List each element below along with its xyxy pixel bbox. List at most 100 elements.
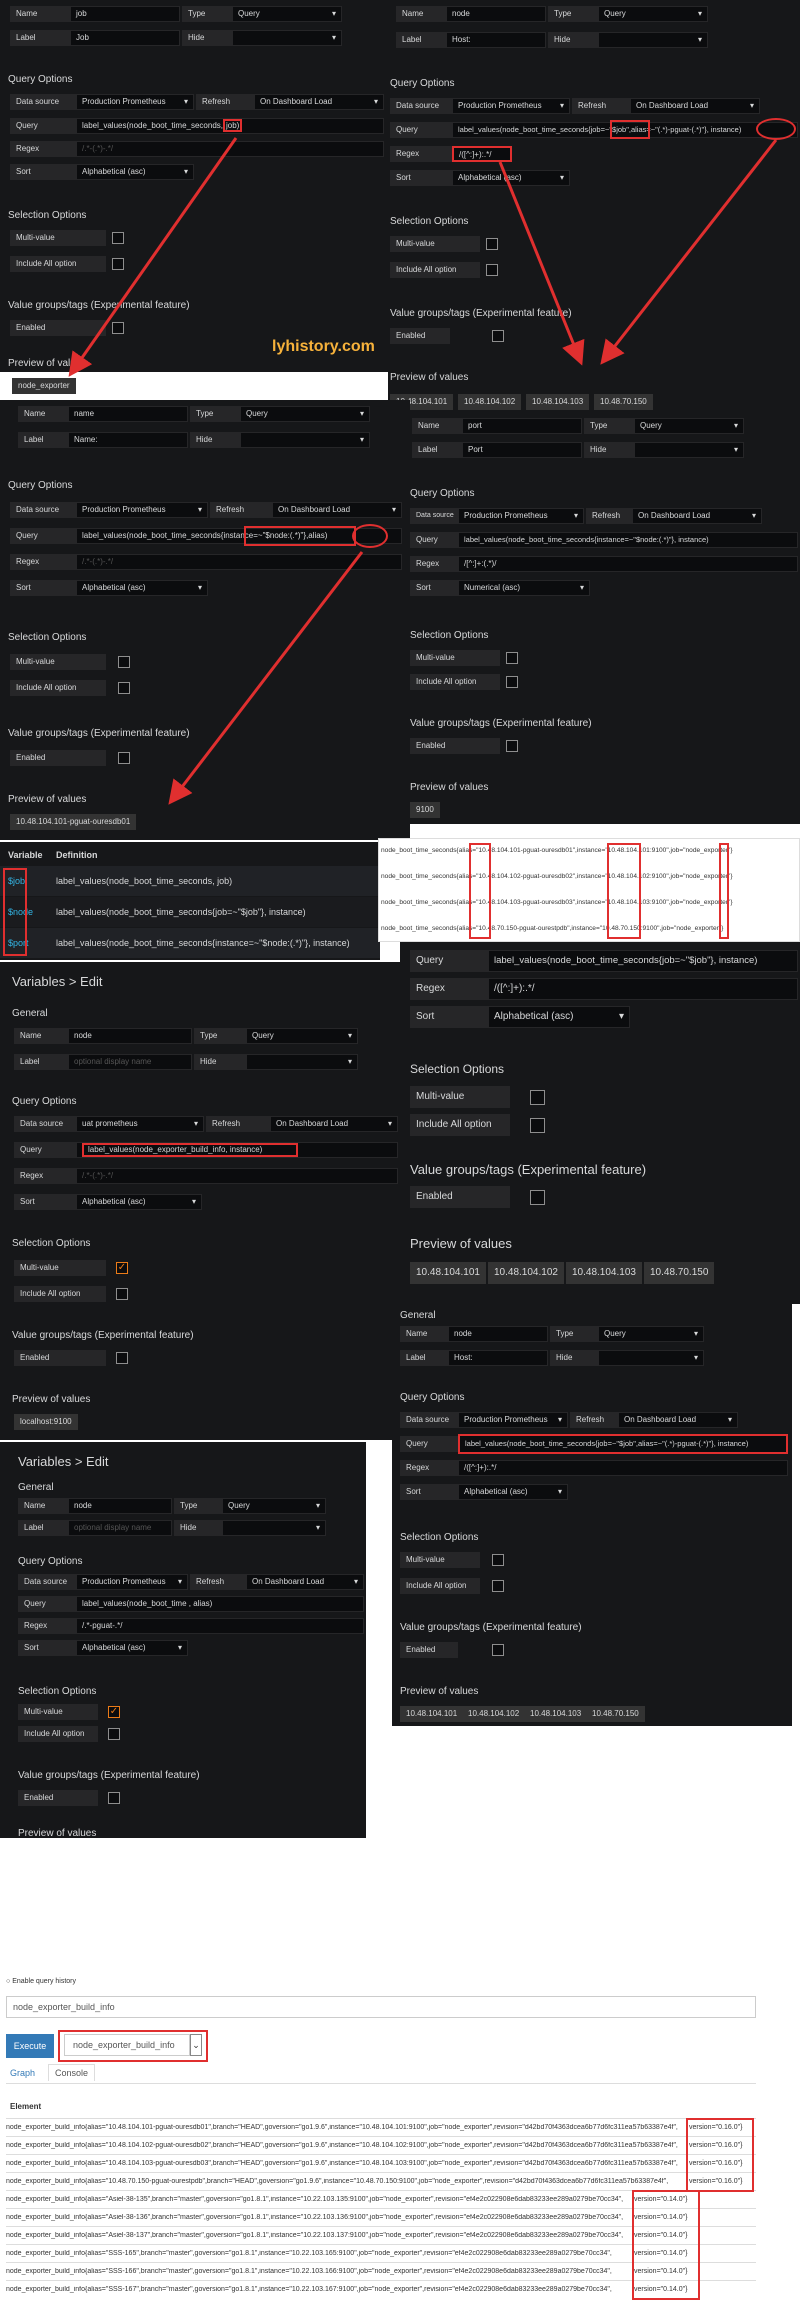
regex-input[interactable]: /.*-(.*)-.*/ bbox=[76, 141, 384, 157]
query-input[interactable]: label_values(node_boot_time_seconds{job=… bbox=[458, 1434, 788, 1454]
chevron-down-icon[interactable]: ⌄ bbox=[190, 2034, 202, 2056]
regex-input[interactable]: /.*-pguat-.*/ bbox=[76, 1618, 364, 1634]
sort-select[interactable]: Alphabetical (asc) bbox=[458, 1484, 568, 1500]
datasource-select[interactable]: Production Prometheus bbox=[76, 502, 208, 518]
include-all-checkbox[interactable] bbox=[506, 676, 518, 688]
sort-select[interactable]: Alphabetical (asc) bbox=[76, 1194, 202, 1210]
table-row[interactable]: $node label_values(node_boot_time_second… bbox=[0, 897, 380, 927]
expression-input[interactable]: node_exporter_build_info bbox=[6, 1996, 756, 2018]
refresh-select[interactable]: On Dashboard Load bbox=[630, 98, 760, 114]
type-select[interactable]: Query bbox=[598, 1326, 704, 1342]
hide-select[interactable] bbox=[222, 1520, 326, 1536]
enable-history-toggle[interactable]: ○ Enable query history bbox=[6, 1978, 76, 1985]
multi-value-checkbox[interactable]: ✓ bbox=[108, 1706, 120, 1718]
refresh-select[interactable]: On Dashboard Load bbox=[272, 502, 402, 518]
enabled-checkbox[interactable] bbox=[492, 330, 504, 342]
multi-value-checkbox[interactable] bbox=[112, 232, 124, 244]
include-all-checkbox[interactable] bbox=[486, 264, 498, 276]
refresh-select[interactable]: On Dashboard Load bbox=[632, 508, 762, 524]
regex-input[interactable]: /.*-(.*)-.*/ bbox=[76, 554, 402, 570]
multi-value-checkbox[interactable]: ✓ bbox=[116, 1262, 128, 1274]
table-row[interactable]: $job label_values(node_boot_time_seconds… bbox=[0, 866, 380, 896]
name-input[interactable]: port bbox=[462, 418, 582, 434]
hide-select[interactable] bbox=[240, 432, 370, 448]
regex-input[interactable]: /([^:]+):.*/ bbox=[452, 146, 512, 162]
regex-input[interactable]: /([^:]+):.*/ bbox=[458, 1460, 788, 1476]
enabled-checkbox[interactable] bbox=[116, 1352, 128, 1364]
multi-value-checkbox[interactable] bbox=[486, 238, 498, 250]
query-input[interactable]: label_values(node_boot_time_seconds{inst… bbox=[458, 532, 798, 548]
variable-name[interactable]: $port bbox=[8, 938, 29, 948]
tab-console[interactable]: Console bbox=[48, 2064, 96, 2081]
label-input[interactable]: Name: bbox=[68, 432, 188, 448]
hide-select[interactable] bbox=[232, 30, 342, 46]
label-input[interactable]: Job bbox=[70, 30, 180, 46]
refresh-select[interactable]: On Dashboard Load bbox=[246, 1574, 364, 1590]
enabled-checkbox[interactable] bbox=[112, 322, 124, 334]
enabled-checkbox[interactable] bbox=[118, 752, 130, 764]
sort-select[interactable]: Alphabetical (asc) bbox=[452, 170, 570, 186]
label-input[interactable]: Port bbox=[462, 442, 582, 458]
query-input[interactable]: label_values(node_boot_time_seconds{job=… bbox=[452, 122, 798, 138]
sort-select[interactable]: Alphabetical (asc) bbox=[488, 1006, 630, 1028]
datasource-select[interactable]: Production Prometheus bbox=[458, 1412, 568, 1428]
query-input[interactable]: label_values(node_boot_time_seconds{job=… bbox=[488, 950, 798, 972]
include-all-checkbox[interactable] bbox=[116, 1288, 128, 1300]
label-input[interactable]: optional display name bbox=[68, 1520, 172, 1536]
hide-select[interactable] bbox=[598, 32, 708, 48]
include-all-checkbox[interactable] bbox=[112, 258, 124, 270]
name-input[interactable]: node bbox=[68, 1028, 192, 1044]
label-input[interactable]: Host: bbox=[448, 1350, 548, 1366]
query-input[interactable]: label_values(node_boot_time_seconds, job) bbox=[76, 118, 384, 134]
variable-name[interactable]: $job bbox=[8, 876, 25, 886]
type-select[interactable]: Query bbox=[232, 6, 342, 22]
sort-select[interactable]: Alphabetical (asc) bbox=[76, 580, 208, 596]
query-input[interactable]: label_values(node_exporter_build_info, i… bbox=[76, 1142, 398, 1158]
name-input[interactable]: node bbox=[446, 6, 546, 22]
type-select[interactable]: Query bbox=[598, 6, 708, 22]
name-input[interactable]: node bbox=[68, 1498, 172, 1514]
datasource-select[interactable]: Production Prometheus bbox=[452, 98, 570, 114]
include-all-checkbox[interactable] bbox=[118, 682, 130, 694]
enabled-checkbox[interactable] bbox=[108, 1792, 120, 1804]
variable-name[interactable]: $node bbox=[8, 907, 33, 917]
name-input[interactable]: job bbox=[70, 6, 180, 22]
datasource-select[interactable]: Production Prometheus bbox=[76, 94, 194, 110]
include-all-checkbox[interactable] bbox=[530, 1118, 545, 1133]
datasource-select[interactable]: uat prometheus bbox=[76, 1116, 204, 1132]
refresh-select[interactable]: On Dashboard Load bbox=[618, 1412, 738, 1428]
multi-value-checkbox[interactable] bbox=[530, 1090, 545, 1105]
type-select[interactable]: Query bbox=[634, 418, 744, 434]
datasource-select[interactable]: Production Prometheus bbox=[458, 508, 584, 524]
name-input[interactable]: name bbox=[68, 406, 188, 422]
enabled-checkbox[interactable] bbox=[530, 1190, 545, 1205]
sort-select[interactable]: Alphabetical (asc) bbox=[76, 1640, 188, 1656]
table-row[interactable]: $port label_values(node_boot_time_second… bbox=[0, 928, 380, 958]
regex-input[interactable]: /[^:]+:(.*)/ bbox=[458, 556, 798, 572]
label-input[interactable]: Host: bbox=[446, 32, 546, 48]
tab-graph[interactable]: Graph bbox=[10, 2068, 35, 2078]
include-all-checkbox[interactable] bbox=[492, 1580, 504, 1592]
multi-value-checkbox[interactable] bbox=[492, 1554, 504, 1566]
label-input[interactable]: optional display name bbox=[68, 1054, 192, 1070]
query-input[interactable]: label_values(node_boot_time_seconds{inst… bbox=[76, 528, 402, 544]
refresh-select[interactable]: On Dashboard Load bbox=[254, 94, 384, 110]
regex-input[interactable]: /.*-(.*)-.*/ bbox=[76, 1168, 398, 1184]
sort-select[interactable]: Numerical (asc) bbox=[458, 580, 590, 596]
metric-select[interactable]: node_exporter_build_info bbox=[64, 2034, 190, 2056]
type-select[interactable]: Query bbox=[246, 1028, 358, 1044]
regex-input[interactable]: /([^:]+):.*/ bbox=[488, 978, 798, 1000]
type-select[interactable]: Query bbox=[240, 406, 370, 422]
enabled-checkbox[interactable] bbox=[506, 740, 518, 752]
multi-value-checkbox[interactable] bbox=[118, 656, 130, 668]
refresh-select[interactable]: On Dashboard Load bbox=[270, 1116, 398, 1132]
enabled-checkbox[interactable] bbox=[492, 1644, 504, 1656]
query-input[interactable]: label_values(node_boot_time , alias) bbox=[76, 1596, 364, 1612]
type-select[interactable]: Query bbox=[222, 1498, 326, 1514]
name-input[interactable]: node bbox=[448, 1326, 548, 1342]
hide-select[interactable] bbox=[598, 1350, 704, 1366]
datasource-select[interactable]: Production Prometheus bbox=[76, 1574, 188, 1590]
sort-select[interactable]: Alphabetical (asc) bbox=[76, 164, 194, 180]
hide-select[interactable] bbox=[634, 442, 744, 458]
hide-select[interactable] bbox=[246, 1054, 358, 1070]
